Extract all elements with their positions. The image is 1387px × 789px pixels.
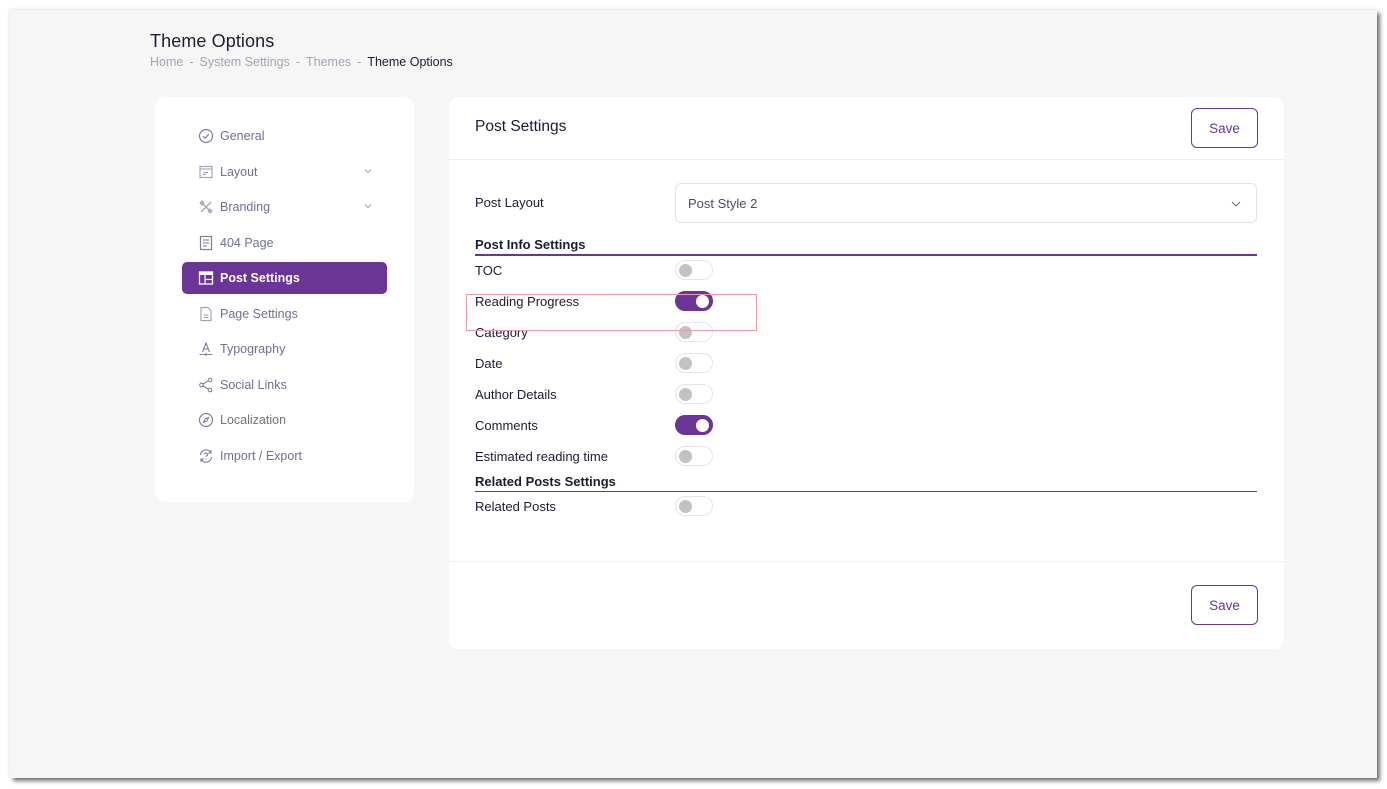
post-layout-select[interactable]: Post Style 2 [675, 183, 1257, 223]
toggle-label: TOC [475, 263, 503, 278]
sidebar-item-404-page[interactable]: 404 Page [182, 227, 387, 259]
settings-sidebar: General Layout Branding 404 Page Post Se… [155, 97, 414, 502]
section-title-post-info: Post Info Settings [475, 237, 1257, 256]
chevron-down-icon [364, 204, 372, 209]
typography-icon [198, 341, 214, 357]
toggle-knob [679, 388, 692, 401]
date-toggle[interactable] [675, 353, 713, 373]
chevron-down-icon [1231, 201, 1241, 207]
sidebar-item-label: Social Links [220, 377, 287, 392]
toggle-label: Related Posts [475, 499, 556, 514]
sidebar-item-label: Branding [220, 200, 271, 214]
breadcrumb-separator: - [357, 55, 362, 69]
toggle-row-reading-progress: Reading Progress [475, 287, 1257, 318]
toc-toggle[interactable] [675, 260, 713, 280]
author-details-toggle[interactable] [675, 384, 713, 404]
toggle-knob [696, 295, 709, 308]
post-settings-card: Post Settings Save Post Layout Post Styl… [449, 97, 1284, 649]
card-footer-divider [449, 561, 1284, 562]
post-layout-value: Post Style 2 [688, 195, 758, 211]
document-lines-icon [198, 235, 214, 251]
breadcrumb-home[interactable]: Home [150, 55, 183, 69]
toggle-knob [679, 450, 692, 463]
toggle-knob [679, 357, 692, 370]
related-posts-toggle[interactable] [675, 496, 713, 516]
share-icon [198, 377, 214, 393]
breadcrumb-system-settings[interactable]: System Settings [200, 55, 290, 69]
toggle-knob [679, 264, 692, 277]
sidebar-item-layout[interactable]: Layout [182, 156, 387, 188]
sidebar-item-label: Page Settings [220, 306, 298, 321]
breadcrumb-separator: - [189, 55, 194, 69]
breadcrumb: Home - System Settings - Themes - Theme … [150, 55, 453, 69]
toggle-knob [679, 500, 692, 513]
app-window: Theme Options Home - System Settings - T… [10, 10, 1377, 778]
sync-question-icon [198, 448, 214, 464]
sidebar-item-label: Layout [220, 164, 258, 179]
sidebar-item-branding[interactable]: Branding [182, 191, 387, 223]
toggle-label: Category [475, 325, 528, 340]
reading-progress-toggle[interactable] [675, 291, 713, 311]
toggle-label: Comments [475, 418, 538, 433]
card-title: Post Settings [475, 118, 567, 135]
toggle-knob [696, 419, 709, 432]
card-header: Post Settings Save [449, 97, 1284, 160]
check-circle-icon [198, 128, 214, 144]
sidebar-item-import-export[interactable]: Import / Export [182, 440, 387, 472]
sidebar-nav: General Layout Branding 404 Page Post Se… [182, 120, 387, 475]
toggle-label: Date [475, 356, 503, 371]
page-title: Theme Options [150, 31, 275, 51]
sidebar-item-label: Post Settings [220, 271, 300, 285]
chevron-down-icon [364, 168, 372, 173]
layout-icon [198, 164, 214, 180]
breadcrumb-themes[interactable]: Themes [306, 55, 351, 69]
sidebar-item-post-settings[interactable]: Post Settings [182, 262, 387, 294]
sidebar-item-label: General [220, 129, 265, 143]
toggle-label: Author Details [475, 387, 557, 402]
category-toggle[interactable] [675, 322, 713, 342]
toggle-row-related-posts: Related Posts [475, 492, 1257, 523]
post-layout-label: Post Layout [475, 195, 544, 210]
tools-icon [198, 199, 214, 215]
estimated-reading-time-toggle[interactable] [675, 446, 713, 466]
sidebar-item-page-settings[interactable]: Page Settings [182, 298, 387, 330]
save-button-top[interactable]: Save [1191, 108, 1258, 148]
toggle-row-comments: Comments [475, 411, 1257, 442]
toggle-label: Reading Progress [475, 294, 580, 309]
section-title-related-posts: Related Posts Settings [475, 474, 1257, 492]
post-layout-icon [198, 270, 214, 286]
sidebar-item-typography[interactable]: Typography [182, 333, 387, 365]
toggle-row-estimated-reading-time: Estimated reading time [475, 442, 1257, 473]
toggle-row-category: Category [475, 318, 1257, 349]
save-button-bottom[interactable]: Save [1191, 585, 1258, 625]
page-file-icon [198, 306, 214, 322]
comments-toggle[interactable] [675, 415, 713, 435]
sidebar-item-label: Localization [220, 413, 287, 427]
sidebar-item-general[interactable]: General [182, 120, 387, 152]
sidebar-item-label: Typography [220, 342, 286, 356]
toggle-row-date: Date [475, 349, 1257, 380]
post-layout-row: Post Layout Post Style 2 [475, 183, 1257, 223]
breadcrumb-current: Theme Options [367, 55, 453, 69]
toggle-row-author-details: Author Details [475, 380, 1257, 411]
breadcrumb-separator: - [295, 55, 301, 69]
toggle-label: Estimated reading time [475, 449, 608, 464]
sidebar-item-label: 404 Page [220, 235, 274, 250]
toggle-knob [679, 326, 692, 339]
sidebar-item-social-links[interactable]: Social Links [182, 369, 387, 401]
sidebar-item-localization[interactable]: Localization [182, 404, 387, 436]
toggle-row-toc: TOC [475, 256, 1257, 287]
compass-icon [198, 412, 214, 428]
post-settings-form: Post Layout Post Style 2 Post Info Setti… [475, 183, 1257, 523]
sidebar-item-label: Import / Export [220, 448, 302, 463]
